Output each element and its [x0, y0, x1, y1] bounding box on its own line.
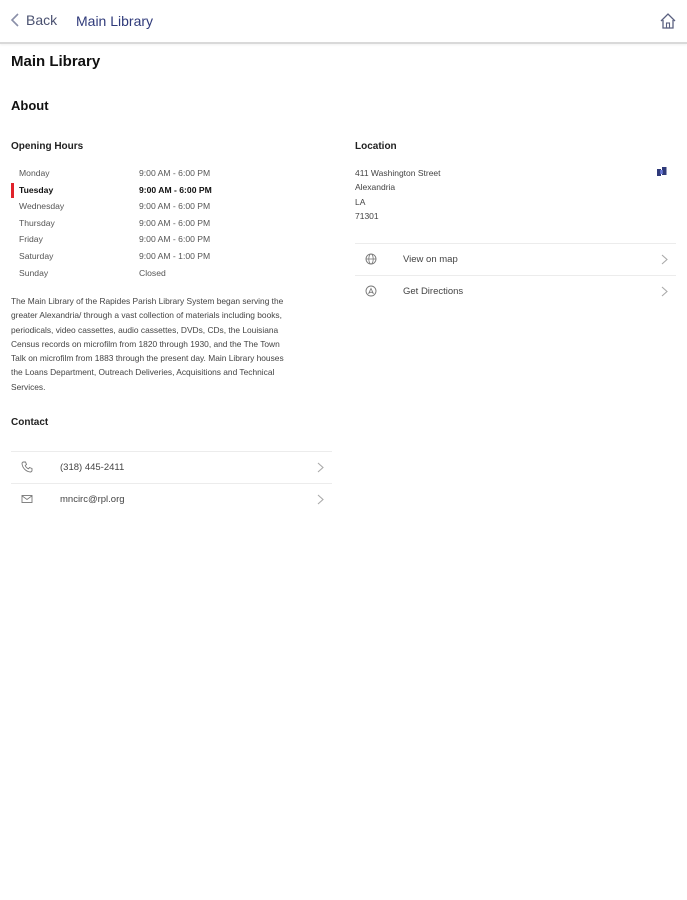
opening-hours-heading: Opening Hours	[11, 141, 84, 152]
hours-row-thursday: Thursday 9:00 AM - 6:00 PM	[11, 216, 331, 233]
hours-row-tuesday: Tuesday 9:00 AM - 6:00 PM	[11, 182, 331, 200]
directions-icon	[365, 285, 377, 297]
address-line: 411 Washington Street	[355, 168, 441, 178]
opening-hours-table: Monday 9:00 AM - 6:00 PM Tuesday 9:00 AM…	[11, 166, 331, 282]
home-icon[interactable]	[659, 12, 677, 30]
description-line: Census records on microfilm from 1820 th…	[11, 338, 280, 349]
chevron-right-icon	[317, 494, 324, 505]
description-line: the Loans Department, Outreach Deliverie…	[11, 367, 275, 378]
get-directions-label: Get Directions	[403, 286, 464, 297]
hours-value: 9:00 AM - 6:00 PM	[139, 168, 211, 178]
back-button[interactable]: Back	[10, 12, 57, 28]
hours-value: 9:00 AM - 6:00 PM	[139, 201, 211, 212]
address-block: 411 Washington Street Alexandria LA 7130…	[355, 166, 441, 223]
hours-value: Closed	[139, 267, 166, 278]
address-line: Alexandria	[355, 182, 396, 193]
address-line: LA	[355, 196, 366, 207]
view-on-map-row[interactable]: View on map	[355, 243, 676, 275]
location-heading: Location	[355, 141, 397, 152]
chevron-right-icon	[661, 254, 668, 265]
description-line: Services.	[11, 381, 46, 392]
day-label: Sunday	[19, 267, 49, 278]
chevron-right-icon	[661, 286, 668, 297]
hours-value: 9:00 AM - 6:00 PM	[139, 234, 211, 245]
email-address: mncirc@rpl.org	[60, 494, 125, 505]
hours-value: 9:00 AM - 6:00 PM	[139, 217, 211, 228]
phone-row[interactable]: (318) 445-2411	[11, 451, 332, 483]
nav-title: Main Library	[76, 13, 154, 29]
top-navigation-bar: Back Main Library	[0, 0, 687, 44]
view-on-map-label: View on map	[403, 254, 458, 265]
day-label: Tuesday	[19, 184, 54, 195]
hours-row-wednesday: Wednesday 9:00 AM - 6:00 PM	[11, 199, 331, 216]
map-icon[interactable]	[656, 166, 668, 178]
day-label: Friday	[19, 234, 43, 245]
hours-row-friday: Friday 9:00 AM - 6:00 PM	[11, 232, 331, 249]
contact-heading: Contact	[11, 417, 49, 428]
hours-row-sunday: Sunday Closed	[11, 266, 331, 283]
phone-icon	[21, 461, 33, 473]
hours-row-monday: Monday 9:00 AM - 6:00 PM	[11, 166, 331, 183]
contact-list: (318) 445-2411 mncirc@rpl.org	[11, 451, 332, 515]
description-line: greater Alexandria/ through a vast colle…	[11, 310, 282, 321]
address-line: 71301	[355, 210, 379, 221]
about-heading: About	[11, 98, 49, 113]
hours-value: 9:00 AM - 1:00 PM	[139, 250, 211, 261]
day-label: Monday	[19, 168, 50, 178]
day-label: Thursday	[19, 217, 55, 228]
hours-row-saturday: Saturday 9:00 AM - 1:00 PM	[11, 249, 331, 266]
back-button-label: Back	[26, 12, 58, 28]
day-label: Wednesday	[19, 201, 65, 212]
chevron-left-icon	[10, 13, 19, 27]
email-row[interactable]: mncirc@rpl.org	[11, 483, 332, 515]
description-line: Talk on microfilm from 1883 through the …	[11, 353, 284, 364]
description-line: periodicals, video cassettes, audio cass…	[11, 324, 279, 335]
mail-icon	[21, 495, 33, 503]
day-label: Saturday	[19, 250, 54, 261]
description-line: The Main Library of the Rapides Parish L…	[11, 296, 284, 306]
location-actions-list: View on map Get Directions	[355, 243, 676, 307]
globe-icon	[365, 253, 377, 265]
page-title: Main Library	[11, 53, 101, 70]
hours-value: 9:00 AM - 6:00 PM	[139, 184, 212, 195]
library-description: The Main Library of the Rapides Parish L…	[11, 294, 333, 394]
get-directions-row[interactable]: Get Directions	[355, 275, 676, 307]
phone-number: (318) 445-2411	[60, 462, 125, 473]
chevron-right-icon	[317, 462, 324, 473]
